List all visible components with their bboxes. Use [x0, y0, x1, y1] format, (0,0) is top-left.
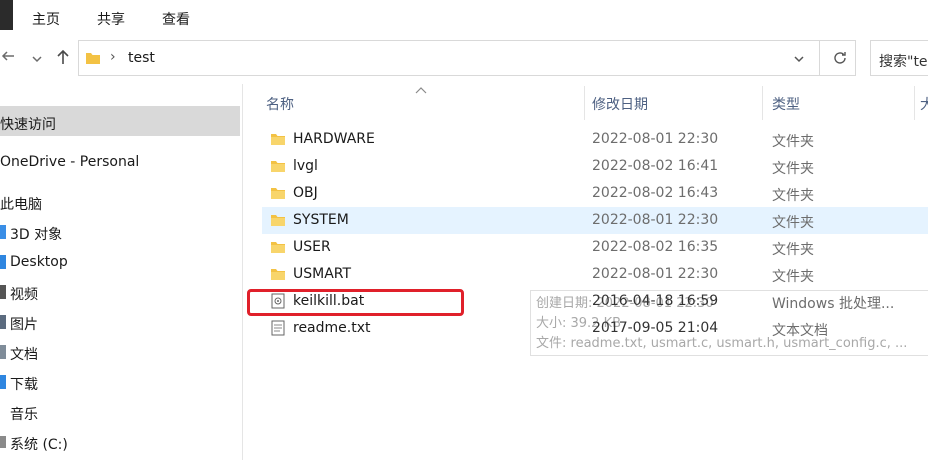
cube-icon: [0, 225, 6, 239]
file-name: USER: [293, 239, 331, 255]
file-type: 文件夹: [772, 188, 814, 204]
column-divider[interactable]: [914, 86, 915, 120]
drive-icon: [0, 436, 6, 448]
sidebar: 快速访问 OneDrive - Personal 此电脑 3D 对象 Deskt…: [0, 84, 242, 460]
back-arrow-icon[interactable]: [0, 48, 16, 68]
file-row[interactable]: HARDWARE 2022-08-01 22:30 文件夹: [262, 126, 928, 153]
tab-home[interactable]: 主页: [32, 9, 60, 29]
path-separator[interactable]: ›: [110, 49, 116, 65]
file-date: 2022-08-02 16:35: [592, 239, 719, 255]
folder-icon: [271, 134, 285, 145]
highlight-box: [247, 289, 464, 316]
file-row[interactable]: lvgl 2022-08-02 16:41 文件夹: [262, 153, 928, 180]
folder-icon: [271, 215, 285, 226]
file-name: lvgl: [293, 158, 318, 174]
file-row[interactable]: readme.txt 2017-09-05 21:04 文本文档: [262, 315, 928, 342]
search-input[interactable]: 搜索"test": [870, 40, 928, 76]
document-icon: [0, 345, 6, 359]
video-icon: [0, 285, 6, 299]
file-date: 2016-04-18 16:59: [592, 293, 719, 309]
divider: [819, 41, 820, 75]
refresh-icon[interactable]: [832, 50, 848, 70]
file-date: 2022-08-01 22:30: [592, 131, 719, 147]
address-bar[interactable]: › test: [78, 40, 856, 76]
file-name: HARDWARE: [293, 131, 375, 147]
file-type: 文件夹: [772, 161, 814, 177]
folder-icon: [271, 188, 285, 199]
tab-share[interactable]: 共享: [97, 9, 125, 29]
navigation-bar: › test 搜索"test": [0, 36, 928, 84]
file-type: 文本文档: [772, 323, 828, 339]
file-date: 2022-08-02 16:41: [592, 158, 719, 174]
sort-ascending-icon: [415, 82, 427, 98]
desktop-icon: [0, 255, 6, 269]
file-date: 2022-08-01 22:30: [592, 266, 719, 282]
file-name: SYSTEM: [293, 212, 349, 228]
column-header-size[interactable]: 大: [920, 94, 928, 114]
file-name: OBJ: [293, 185, 318, 201]
file-type: 文件夹: [772, 269, 814, 285]
column-header-type[interactable]: 类型: [772, 94, 800, 114]
tab-view[interactable]: 查看: [162, 9, 190, 29]
column-header-name[interactable]: 名称: [266, 94, 294, 114]
ribbon: 主页 共享 查看: [0, 0, 928, 36]
file-date: 2017-09-05 21:04: [592, 320, 719, 336]
file-name: USMART: [293, 266, 352, 282]
column-divider[interactable]: [762, 86, 763, 120]
up-arrow-icon[interactable]: [56, 49, 70, 69]
file-type: 文件夹: [772, 242, 814, 258]
file-row[interactable]: SYSTEM 2022-08-01 22:30 文件夹: [262, 207, 928, 234]
file-row[interactable]: USER 2022-08-02 16:35 文件夹: [262, 234, 928, 261]
chevron-down-icon[interactable]: [31, 50, 43, 69]
file-name: readme.txt: [293, 320, 371, 336]
window-edge: [0, 0, 13, 30]
file-type: 文件夹: [772, 134, 814, 150]
folder-icon: [271, 242, 285, 253]
text-file-icon: [271, 320, 285, 336]
address-dropdown-icon[interactable]: [793, 53, 805, 69]
download-icon: [0, 375, 6, 389]
file-row[interactable]: OBJ 2022-08-02 16:43 文件夹: [262, 180, 928, 207]
file-date: 2022-08-02 16:43: [592, 185, 719, 201]
file-type: Windows 批处理...: [772, 296, 895, 312]
file-row[interactable]: USMART 2022-08-01 22:30 文件夹: [262, 261, 928, 288]
file-type: 文件夹: [772, 215, 814, 231]
folder-icon: [271, 269, 285, 280]
pane-divider[interactable]: [242, 84, 243, 460]
column-header-date[interactable]: 修改日期: [592, 94, 648, 114]
path-segment[interactable]: test: [128, 50, 155, 66]
folder-icon: [85, 50, 101, 70]
file-date: 2022-08-01 22:30: [592, 212, 719, 228]
picture-icon: [0, 315, 6, 329]
folder-icon: [271, 161, 285, 172]
column-divider[interactable]: [584, 86, 585, 120]
